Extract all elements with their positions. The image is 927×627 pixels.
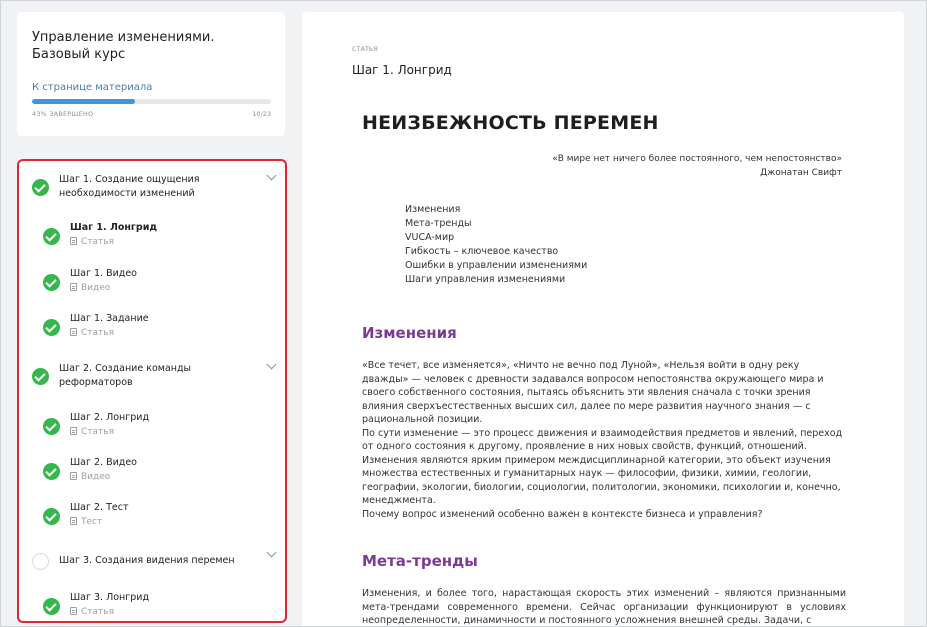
nav-item-title: Шаг 2. Лонгрид <box>70 412 150 423</box>
nav-item-title: Шаг 1. Видео <box>70 268 137 279</box>
nav-item-type: Видео <box>70 283 110 293</box>
table-of-contents: Изменения Мета-тренды VUCA-мир Гибкость … <box>405 203 587 287</box>
nav-step-title: Шаг 1. Создание ощущения необходимости и… <box>59 174 200 199</box>
completed-check-icon <box>43 463 60 480</box>
toc-item[interactable]: Изменения <box>405 203 587 217</box>
epigraph-quote: «В мире нет ничего более постоянного, че… <box>552 154 842 164</box>
completed-check-icon <box>32 368 49 385</box>
nav-item-type-label: Статья <box>81 607 115 617</box>
nav-item-type-label: Статья <box>81 328 115 338</box>
nav-item[interactable]: Шаг 2. Лонгрид Статья <box>19 409 285 441</box>
nav-item-type: Видео <box>70 472 110 482</box>
article-icon <box>70 427 77 435</box>
article-panel: Статья Шаг 1. Лонгрид НЕИЗБЕЖНОСТЬ ПЕРЕМ… <box>302 12 904 627</box>
incomplete-circle-icon <box>32 553 49 570</box>
nav-item-type: Статья <box>70 427 114 437</box>
chevron-down-icon[interactable] <box>266 170 277 181</box>
material-page-link[interactable]: К странице материала <box>32 82 152 93</box>
nav-step-1[interactable]: Шаг 1. Создание ощущения необходимости и… <box>19 170 285 206</box>
toc-item[interactable]: Ошибки в управлении изменениями <box>405 259 587 273</box>
nav-item-title: Шаг 1. Лонгрид <box>70 222 158 233</box>
completed-check-icon <box>43 228 60 245</box>
course-title: Управление изменениями. Базовый курс <box>32 30 215 62</box>
nav-item-title: Шаг 2. Видео <box>70 457 137 468</box>
paragraph: Изменения, и более того, нарастающая ско… <box>362 588 846 626</box>
toc-item[interactable]: Шаги управления изменениями <box>405 273 587 287</box>
article-icon <box>70 237 77 245</box>
epigraph-author: Джонатан Свифт <box>760 168 842 178</box>
nav-step-3[interactable]: Шаг 3. Создания видения перемен <box>19 547 285 577</box>
progress-caption: 43% завершено <box>32 110 94 118</box>
completed-check-icon <box>43 508 60 525</box>
course-card: Управление изменениями. Базовый курс К с… <box>17 12 285 136</box>
nav-item-type-label: Статья <box>81 237 115 247</box>
nav-item-type: Статья <box>70 607 114 617</box>
nav-item-title: Шаг 2. Тест <box>70 502 129 513</box>
nav-item[interactable]: Шаг 1. Видео Видео <box>19 265 285 297</box>
nav-item[interactable]: Шаг 2. Видео Видео <box>19 454 285 486</box>
paragraph: Почему вопрос изменений особенно важен в… <box>362 508 763 520</box>
nav-step-title: Шаг 3. Создания видения перемен <box>59 555 235 566</box>
nav-item[interactable]: Шаг 3. Лонгрид Статья <box>19 589 285 621</box>
lesson-title: Шаг 1. Лонгрид <box>352 63 452 77</box>
chevron-down-icon[interactable] <box>266 359 277 370</box>
article-icon <box>70 328 77 336</box>
course-progress-bar <box>32 99 271 104</box>
paragraph: По сути изменение — это процесс движения… <box>362 427 843 453</box>
nav-item[interactable]: Шаг 2. Тест Тест <box>19 499 285 531</box>
chevron-down-icon[interactable] <box>266 547 277 558</box>
course-progress-fill <box>32 99 135 104</box>
nav-item-title: Шаг 3. Лонгрид <box>70 592 150 603</box>
test-icon <box>70 517 77 525</box>
paragraph: Изменения являются ярким примером междис… <box>362 454 841 507</box>
completed-check-icon <box>32 179 49 196</box>
nav-item[interactable]: Шаг 1. Задание Статья <box>19 310 285 342</box>
nav-item-type-label: Статья <box>81 427 115 437</box>
section-body-changes: «Все течет, все изменяется», «Ничто не в… <box>362 359 846 521</box>
completed-check-icon <box>43 319 60 336</box>
nav-item-type: Статья <box>70 328 114 338</box>
completed-check-icon <box>43 418 60 435</box>
toc-item[interactable]: Мета-тренды <box>405 217 587 231</box>
toc-item[interactable]: Гибкость – ключевое качество <box>405 245 587 259</box>
completed-check-icon <box>43 598 60 615</box>
article-heading: НЕИЗБЕЖНОСТЬ ПЕРЕМЕН <box>362 112 659 134</box>
section-body-metatrends: Изменения, и более того, нарастающая ско… <box>362 587 846 627</box>
paragraph: «Все течет, все изменяется», «Ничто не в… <box>362 360 824 425</box>
nav-step-title: Шаг 2. Создание команды реформаторов <box>59 363 192 388</box>
progress-count: 10/23 <box>252 110 271 118</box>
course-navigation: Шаг 1. Создание ощущения необходимости и… <box>17 159 287 623</box>
nav-item-type: Тест <box>70 517 102 527</box>
content-type-label: Статья <box>352 45 378 53</box>
nav-item-type-label: Видео <box>81 283 111 293</box>
completed-check-icon <box>43 274 60 291</box>
toc-item[interactable]: VUCA-мир <box>405 231 587 245</box>
video-icon <box>70 472 77 480</box>
nav-item[interactable]: Шаг 1. Лонгрид Статья <box>19 219 285 251</box>
nav-item-type: Статья <box>70 237 114 247</box>
section-heading-changes: Изменения <box>362 324 457 342</box>
nav-item-type-label: Тест <box>81 517 103 527</box>
nav-item-type-label: Видео <box>81 472 111 482</box>
nav-step-2[interactable]: Шаг 2. Создание команды реформаторов <box>19 359 285 395</box>
article-icon <box>70 607 77 615</box>
video-icon <box>70 283 77 291</box>
section-heading-metatrends: Мета-тренды <box>362 552 478 570</box>
epigraph: «В мире нет ничего более постоянного, че… <box>482 152 842 180</box>
nav-item-title: Шаг 1. Задание <box>70 313 149 324</box>
